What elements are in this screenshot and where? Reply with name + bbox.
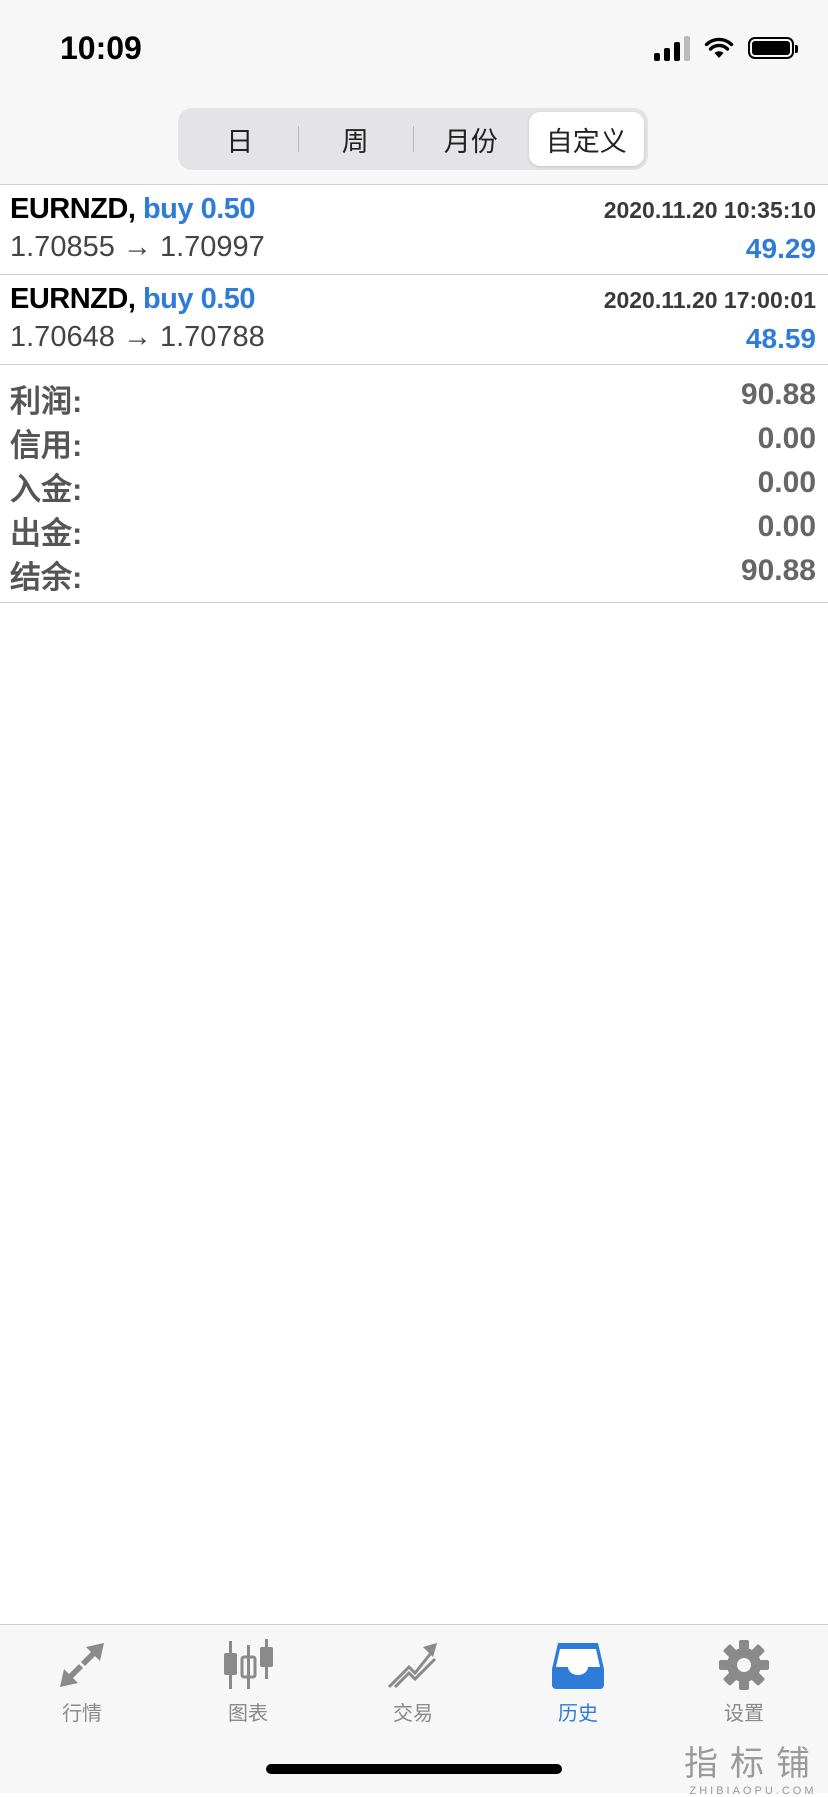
trade-symbol: EURNZD, buy 0.50 [10,193,256,226]
home-indicator[interactable] [266,1764,562,1774]
summary-row-balance: 结余: 90.88 [0,540,828,595]
summary-value: 0.00 [757,510,816,543]
tab-day-label: 日 [226,126,254,157]
tab-month[interactable]: 月份 [413,112,529,166]
trade-row[interactable]: EURNZD, buy 0.50 2020.11.20 10:35:10 1.7… [0,185,828,275]
tab-month-label: 月份 [443,126,498,157]
trade-symbol: EURNZD, buy 0.50 [10,283,256,316]
trade-prices: 1.70648 → 1.70788 [10,321,265,353]
summary-row-withdrawal: 出金: 0.00 [0,496,828,551]
status-bar: 10:09 [0,0,828,96]
tabbar-item-chart[interactable]: 图表 [188,1639,308,1739]
tab-custom-label: 自定义 [545,126,627,157]
trade-symbol-name: EURNZD, [10,193,136,225]
trade-symbol-name: EURNZD, [10,283,136,315]
trade-prices: 1.70855 → 1.70997 [10,231,265,263]
tabbar-item-settings[interactable]: 设置 [684,1639,804,1739]
status-time: 10:09 [60,30,142,66]
summary-label: 结余: [10,560,83,595]
summary-row-profit: 利润: 90.88 [0,364,828,419]
period-segmented-control: 日 周 月份 自定义 [178,108,648,170]
watermark-cn: 指标铺 [684,1744,822,1784]
summary-value: 0.00 [757,466,816,499]
tab-week[interactable]: 周 [297,112,414,166]
tabbar-label: 历史 [558,1703,598,1725]
trade-profit: 49.29 [745,233,816,264]
candlestick-chart-icon [224,1639,273,1689]
tabbar-label: 图表 [228,1703,268,1725]
trade-time: 2020.11.20 17:00:01 [603,287,816,313]
summary-row-deposit: 入金: 0.00 [0,452,828,507]
trade-side: buy 0.50 [142,283,256,315]
tabbar-item-trade[interactable]: 交易 [353,1639,473,1739]
tab-day[interactable]: 日 [182,112,298,166]
trade-profit: 48.59 [745,323,816,354]
trade-trend-icon [387,1643,437,1689]
summary-value: 90.88 [740,378,816,411]
account-summary: 利润: 90.88 信用: 0.00 入金: 0.00 出金: 0.00 结余:… [0,364,828,603]
summary-value: 0.00 [757,422,816,455]
tabbar-item-quotes[interactable]: 行情 [22,1639,142,1739]
cellular-signal-icon [654,35,690,61]
tab-custom[interactable]: 自定义 [528,112,644,166]
trade-row[interactable]: EURNZD, buy 0.50 2020.11.20 17:00:01 1.7… [0,275,828,365]
summary-value: 90.88 [740,554,816,587]
gear-icon [719,1640,769,1690]
summary-row-credit: 信用: 0.00 [0,408,828,463]
watermark-en: ZHIBIAOPU.COM [689,1785,817,1797]
history-inbox-icon [552,1643,604,1689]
trade-side: buy 0.50 [142,193,256,225]
tabbar-item-history[interactable]: 历史 [518,1639,638,1739]
tabbar-label: 交易 [393,1703,433,1725]
wifi-icon [704,37,734,58]
battery-icon [748,37,798,59]
trade-time: 2020.11.20 10:35:10 [603,197,816,223]
status-icons [654,32,798,64]
tab-week-label: 周 [341,126,369,157]
tabbar-label: 设置 [724,1703,764,1725]
trade-history-list: EURNZD, buy 0.50 2020.11.20 10:35:10 1.7… [0,185,828,365]
quotes-arrows-icon [60,1643,104,1687]
watermark: 指标铺 ZHIBIAOPU.COM [684,1736,822,1797]
header: 日 周 月份 自定义 [0,96,828,185]
tabbar-label: 行情 [62,1703,102,1725]
